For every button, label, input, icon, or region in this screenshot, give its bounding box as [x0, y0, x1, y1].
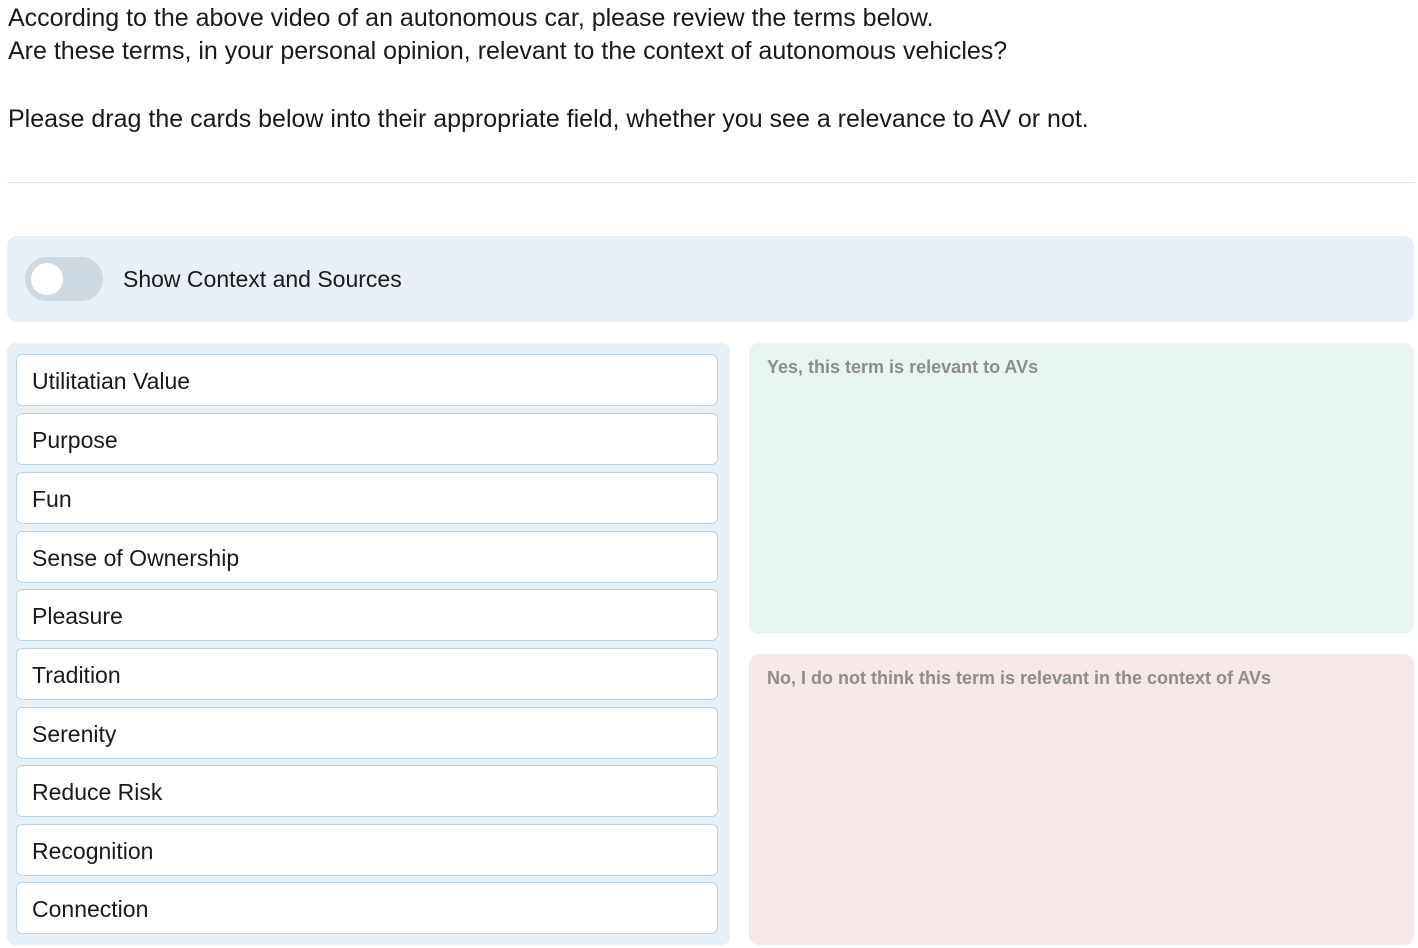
divider — [7, 182, 1414, 183]
relevant-drop-zone-title: Yes, this term is relevant to AVs — [767, 357, 1039, 377]
term-card[interactable]: Connection — [16, 882, 718, 934]
card-label: Sense of Ownership — [32, 545, 240, 571]
card-label: Serenity — [32, 721, 117, 747]
term-card[interactable]: Tradition — [16, 648, 718, 700]
card-pool: Utilitatian Value Purpose Fun Sense of O… — [7, 343, 730, 945]
context-toggle-panel: Show Context and Sources — [7, 236, 1414, 322]
not-relevant-drop-zone[interactable]: No, I do not think this term is relevant… — [749, 654, 1414, 945]
card-label: Recognition — [32, 838, 154, 864]
card-label: Reduce Risk — [32, 779, 163, 805]
card-label: Tradition — [32, 662, 121, 688]
survey-page: According to the above video of an auton… — [0, 0, 1418, 948]
term-card[interactable]: Utilitatian Value — [16, 354, 718, 406]
card-label: Purpose — [32, 427, 118, 453]
instruction-spacer — [8, 68, 1408, 103]
toggle-label: Show Context and Sources — [123, 266, 402, 292]
relevant-drop-zone[interactable]: Yes, this term is relevant to AVs — [749, 343, 1414, 634]
card-label: Connection — [32, 896, 149, 922]
term-card[interactable]: Fun — [16, 472, 718, 524]
instructions: According to the above video of an auton… — [8, 2, 1408, 136]
card-label: Pleasure — [32, 603, 123, 629]
toggle-knob — [31, 263, 63, 295]
term-card[interactable]: Reduce Risk — [16, 765, 718, 817]
instruction-line-3: Please drag the cards below into their a… — [8, 105, 1089, 133]
instruction-line-1: According to the above video of an auton… — [8, 4, 934, 32]
term-card[interactable]: Recognition — [16, 824, 718, 876]
not-relevant-drop-zone-title: No, I do not think this term is relevant… — [767, 668, 1272, 688]
show-context-toggle[interactable] — [25, 257, 103, 301]
instruction-line-2: Are these terms, in your personal opinio… — [8, 37, 1008, 65]
term-card[interactable]: Serenity — [16, 707, 718, 759]
card-label: Fun — [32, 486, 72, 512]
term-card[interactable]: Pleasure — [16, 589, 718, 641]
term-card[interactable]: Sense of Ownership — [16, 531, 718, 583]
term-card[interactable]: Purpose — [16, 413, 718, 465]
card-label: Utilitatian Value — [32, 368, 191, 394]
